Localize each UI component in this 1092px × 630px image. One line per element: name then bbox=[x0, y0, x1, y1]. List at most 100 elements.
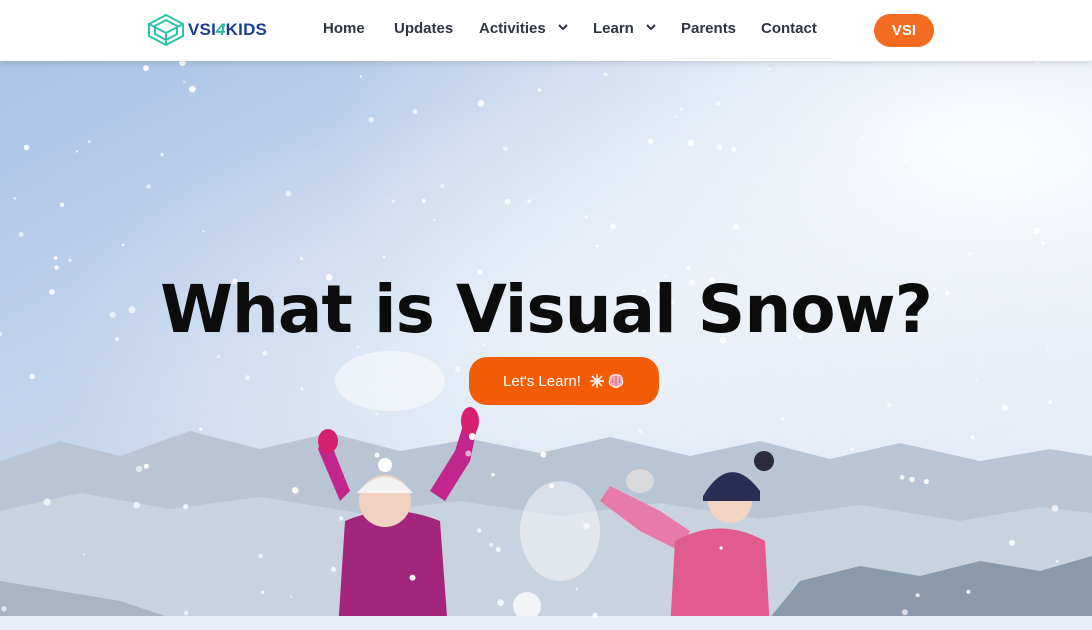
nav-contact[interactable]: Contact bbox=[761, 20, 817, 37]
brain-icon bbox=[608, 374, 624, 388]
snowflake-dot bbox=[975, 378, 978, 381]
snowflake-dot bbox=[382, 255, 386, 259]
snowflake-dot bbox=[861, 136, 865, 139]
snowflake-dot bbox=[1046, 348, 1049, 351]
snowflake-dot bbox=[686, 266, 691, 271]
snowflake-dot bbox=[899, 474, 905, 480]
snowflake-dot bbox=[1048, 400, 1052, 404]
snowflake-dot bbox=[901, 609, 908, 616]
snowflake-dot bbox=[715, 101, 721, 107]
snowflake-dot bbox=[189, 85, 196, 93]
snowflake-dot bbox=[292, 487, 299, 494]
snowflake-dot bbox=[575, 587, 578, 591]
snowflake-dot bbox=[966, 589, 971, 594]
logo-text: VSI4KIDS bbox=[188, 20, 268, 39]
snowflake-dot bbox=[468, 433, 476, 440]
snowflake-dot bbox=[320, 619, 323, 622]
snowflake-dot bbox=[504, 198, 511, 205]
snowflake-dot bbox=[412, 109, 418, 115]
snowflake-dot bbox=[290, 595, 293, 598]
site-header: VSI4KIDS Home Updates Activities Learn P… bbox=[0, 0, 1092, 61]
snowflake-dot bbox=[537, 88, 542, 92]
vsi-button[interactable]: VSI bbox=[874, 14, 934, 47]
snowflake-dot bbox=[338, 516, 344, 521]
snowflake-dot bbox=[375, 412, 378, 416]
snowflake-dot bbox=[391, 199, 395, 203]
snowflake-dot bbox=[330, 566, 337, 572]
snowflake-dot bbox=[731, 147, 737, 152]
snowflake-dot bbox=[527, 199, 532, 204]
snowflake-dot bbox=[455, 366, 461, 372]
snowflake-dot bbox=[409, 574, 416, 581]
snowflake-dot bbox=[422, 199, 426, 203]
snowflake-dot bbox=[299, 256, 304, 261]
snowflake-dot bbox=[850, 447, 854, 451]
snowflake-dot bbox=[160, 153, 164, 157]
snowflake-dot bbox=[477, 99, 485, 107]
snowflake-dot bbox=[43, 498, 51, 506]
hero-title: What is Visual Snow? bbox=[160, 271, 933, 348]
nav-learn[interactable]: Learn bbox=[593, 20, 656, 37]
snowflake-dot bbox=[87, 140, 91, 143]
snowflake-dot bbox=[592, 612, 598, 619]
nav-activities[interactable]: Activities bbox=[479, 20, 568, 37]
snowflake-dot bbox=[121, 243, 125, 247]
snowflake-dot bbox=[732, 223, 740, 230]
snowflake-dot bbox=[368, 116, 375, 123]
snowflake-dot bbox=[135, 465, 143, 473]
snowflake-dot bbox=[768, 67, 771, 71]
snowflake-dot bbox=[183, 504, 189, 510]
snowflake-dot bbox=[216, 354, 221, 359]
site-logo[interactable]: VSI4KIDS bbox=[146, 13, 267, 47]
snowflake-dot bbox=[887, 402, 892, 408]
snowflake-dot bbox=[23, 144, 30, 151]
snowflake-dot bbox=[503, 146, 508, 151]
snowflake-dot bbox=[716, 144, 723, 151]
snowflake-dot bbox=[440, 184, 445, 188]
snowflake-dot bbox=[713, 64, 716, 67]
snowflake-dot bbox=[374, 452, 380, 458]
snowflake-dot bbox=[584, 215, 589, 220]
snowflake-dot bbox=[679, 107, 684, 112]
snowflake-dot bbox=[59, 202, 65, 208]
nav-home[interactable]: Home bbox=[323, 20, 365, 37]
snowflake-dot bbox=[495, 547, 501, 552]
snowflake-dot bbox=[923, 479, 929, 485]
snowflake-icon bbox=[589, 374, 604, 388]
snowflake-dot bbox=[477, 528, 482, 533]
snowflake-dot bbox=[75, 150, 79, 153]
snowflake-dot bbox=[719, 546, 723, 550]
snowflake-dot bbox=[1041, 240, 1046, 246]
snowflake-dot bbox=[83, 553, 86, 556]
snowflake-dot bbox=[183, 610, 189, 616]
snowflake-dot bbox=[1009, 539, 1015, 546]
snowflake-dot bbox=[18, 231, 24, 238]
snowflake-dot bbox=[133, 501, 140, 509]
snowflake-dot bbox=[199, 427, 203, 431]
nav-updates[interactable]: Updates bbox=[394, 20, 453, 37]
snowflake-dot bbox=[465, 450, 472, 457]
snowflake-dot bbox=[359, 75, 363, 78]
snowflake-dot bbox=[596, 244, 599, 248]
snowflake-dot bbox=[300, 387, 304, 391]
snowflake-dot bbox=[549, 483, 554, 489]
snowflake-dot bbox=[29, 373, 35, 380]
nav-parents[interactable]: Parents bbox=[681, 20, 736, 37]
snowflake-dot bbox=[675, 115, 678, 118]
chevron-down-icon bbox=[558, 24, 568, 31]
lets-learn-button[interactable]: Let's Learn! bbox=[469, 357, 659, 405]
snowflake-dot bbox=[143, 463, 149, 469]
snowflake-dot bbox=[970, 435, 975, 440]
snowflake-dot bbox=[790, 239, 793, 242]
snowflake-dot bbox=[583, 523, 590, 530]
snowflake-dot bbox=[1033, 227, 1040, 235]
snowflake-dot bbox=[610, 223, 617, 230]
snowflake-dot bbox=[143, 65, 149, 71]
snowflake-dot bbox=[146, 184, 151, 189]
chevron-down-icon bbox=[646, 24, 656, 31]
snowflake-dot bbox=[183, 80, 186, 84]
snowflake-dot bbox=[285, 190, 292, 197]
snowflake-dot bbox=[262, 350, 268, 356]
cta-label: Let's Learn! bbox=[503, 372, 581, 390]
snowflake-dot bbox=[433, 218, 436, 221]
